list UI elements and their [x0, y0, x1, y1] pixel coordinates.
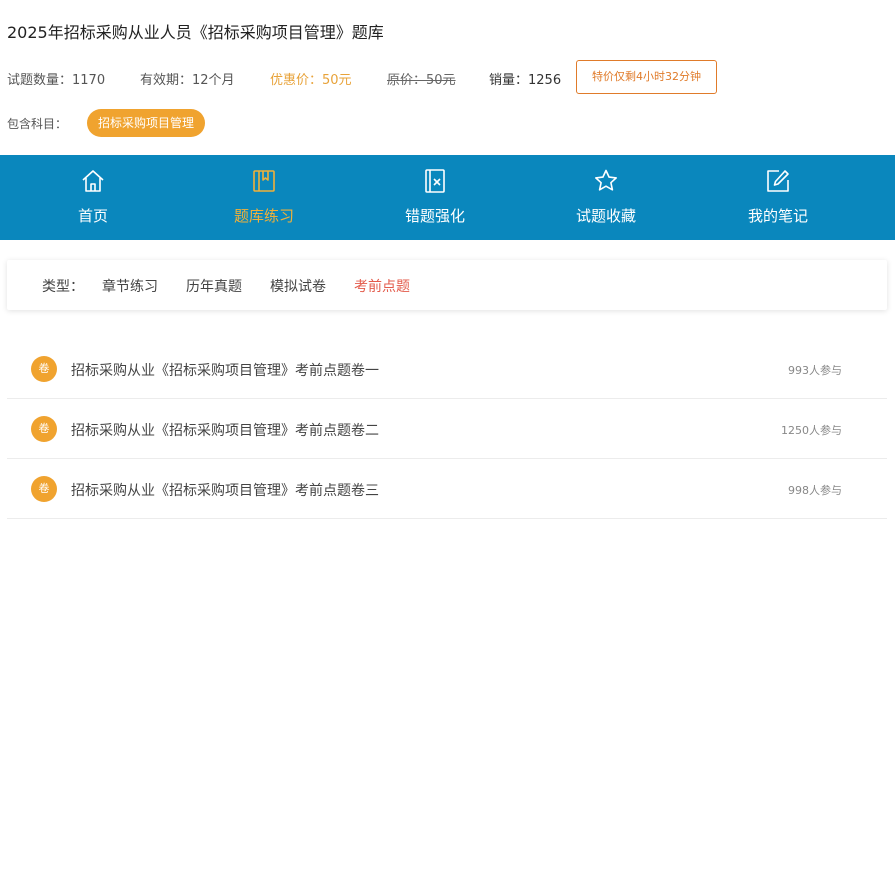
- edit-note-icon: [765, 168, 791, 194]
- type-filter: 类型： 章节练习 历年真题 模拟试卷 考前点题: [7, 260, 887, 310]
- original-price: 原价：50元: [387, 73, 456, 88]
- nav-label: 我的笔记: [747, 207, 808, 225]
- list-item[interactable]: 卷 招标采购从业《招标采购项目管理》考前点题卷一 993人参与: [7, 339, 887, 399]
- paper-title[interactable]: 招标采购从业《招标采购项目管理》考前点题卷一: [71, 360, 379, 380]
- book-icon: [251, 168, 277, 194]
- main-nav: 首页 题库练习 错题强化 试题收藏 我的笔记: [0, 155, 895, 240]
- countdown-badge: 特价仅剩4小时32分钟: [576, 60, 717, 94]
- subject-row: 包含科目： 招标采购项目管理: [7, 109, 407, 137]
- nav-label: 试题收藏: [575, 207, 636, 225]
- validity-period: 有效期：12个月: [140, 73, 235, 88]
- subject-tag[interactable]: 招标采购项目管理: [87, 109, 206, 137]
- participant-count: 998人参与: [788, 484, 842, 497]
- list-item[interactable]: 卷 招标采购从业《招标采购项目管理》考前点题卷二 1250人参与: [7, 399, 887, 459]
- paper-badge: 卷: [31, 476, 57, 502]
- question-count: 试题数量：1170: [7, 73, 106, 88]
- nav-item-favorites[interactable]: 试题收藏: [546, 155, 666, 240]
- participant-count: 1250人参与: [781, 424, 842, 437]
- tab-mock-papers[interactable]: 模拟试卷: [270, 276, 326, 296]
- nav-item-question-bank[interactable]: 题库练习: [204, 155, 324, 240]
- paper-title[interactable]: 招标采购从业《招标采购项目管理》考前点题卷二: [71, 420, 379, 440]
- nav-label: 错题强化: [404, 207, 465, 225]
- sales-count: 销量：1256: [489, 73, 562, 88]
- paper-title[interactable]: 招标采购从业《招标采购项目管理》考前点题卷三: [71, 480, 379, 500]
- nav-label: 首页: [77, 207, 108, 225]
- type-label: 类型：: [42, 279, 84, 295]
- tab-pre-exam-points[interactable]: 考前点题: [354, 276, 410, 296]
- wrong-question-icon: [422, 168, 448, 194]
- paper-list: 卷 招标采购从业《招标采购项目管理》考前点题卷一 993人参与 卷 招标采购从业…: [7, 339, 887, 519]
- paper-badge: 卷: [31, 356, 57, 382]
- list-item[interactable]: 卷 招标采购从业《招标采购项目管理》考前点题卷三 998人参与: [7, 459, 887, 519]
- nav-item-notes[interactable]: 我的笔记: [718, 155, 838, 240]
- nav-item-wrong-questions[interactable]: 错题强化: [375, 155, 495, 240]
- star-icon: [593, 168, 619, 194]
- nav-item-home[interactable]: 首页: [33, 155, 153, 240]
- discount-price: 优惠价：50元: [270, 73, 352, 88]
- tab-past-exams[interactable]: 历年真题: [186, 276, 242, 296]
- home-icon: [80, 168, 106, 194]
- paper-badge: 卷: [31, 416, 57, 442]
- tab-chapter-practice[interactable]: 章节练习: [102, 276, 158, 296]
- participant-count: 993人参与: [788, 364, 842, 377]
- page-title: 2025年招标采购从业人员《招标采购项目管理》题库: [7, 23, 384, 42]
- product-meta: 试题数量：1170 有效期：12个月 优惠价：50元 原价：50元 销量：125…: [7, 60, 887, 94]
- nav-label: 题库练习: [233, 207, 294, 225]
- subject-label: 包含科目：: [7, 117, 68, 131]
